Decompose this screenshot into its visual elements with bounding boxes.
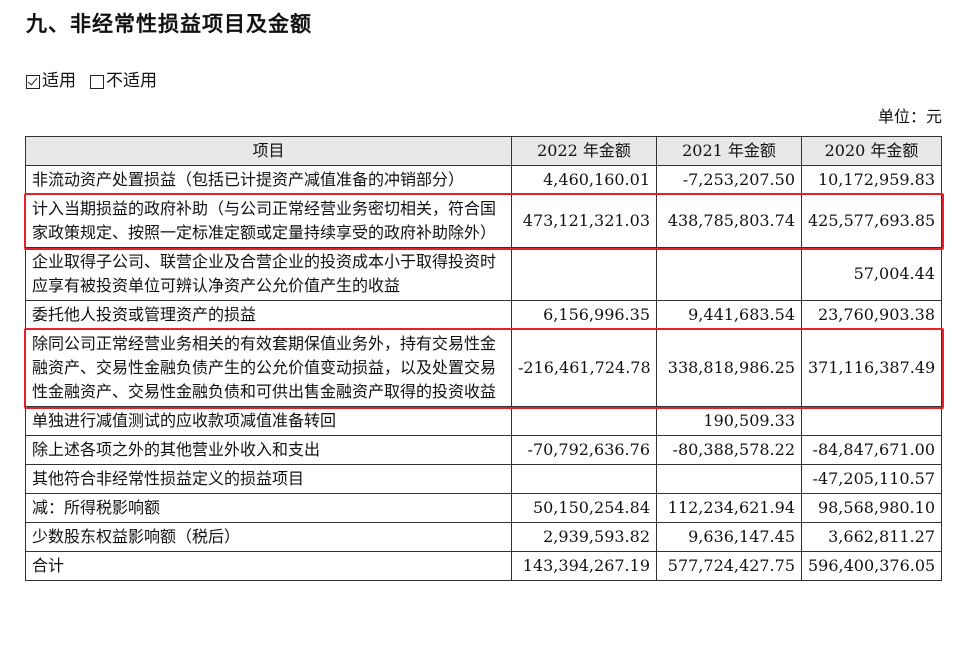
row-2022: 143,394,267.19 <box>511 551 657 581</box>
row-item: 企业取得子公司、联营企业及合营企业的投资成本小于取得投资时应享有被投资单位可辨认… <box>25 247 512 301</box>
header-2020: 2020 年金额 <box>801 136 942 166</box>
table-row: 单独进行减值测试的应收款项减值准备转回 190,509.33 <box>25 406 942 436</box>
row-2021 <box>656 464 802 494</box>
header-2021: 2021 年金额 <box>656 136 802 166</box>
header-item: 项目 <box>25 136 512 166</box>
option-not-applicable-label: 不适用 <box>106 71 157 91</box>
row-2021: 577,724,427.75 <box>656 551 802 581</box>
table-row: 除同公司正常经营业务相关的有效套期保值业务外，持有交易性金融资产、交易性金融负债… <box>25 329 942 407</box>
row-2020: 425,577,693.85 <box>801 194 942 248</box>
option-applicable[interactable]: 适用 <box>26 66 76 91</box>
row-2021: 438,785,803.74 <box>656 194 802 248</box>
row-2020: -84,847,671.00 <box>801 435 942 465</box>
table-row: 除上述各项之外的其他营业外收入和支出 -70,792,636.76 -80,38… <box>25 435 942 465</box>
row-item: 非流动资产处置损益（包括已计提资产减值准备的冲销部分） <box>25 165 512 195</box>
option-not-applicable[interactable]: 不适用 <box>90 66 157 91</box>
row-item: 合计 <box>25 551 512 581</box>
row-2020: 23,760,903.38 <box>801 300 942 330</box>
row-2020: 596,400,376.05 <box>801 551 942 581</box>
row-item: 委托他人投资或管理资产的损益 <box>25 300 512 330</box>
table-row: 少数股东权益影响额（税后） 2,939,593.82 9,636,147.45 … <box>25 522 942 552</box>
unit-label: 单位：元 <box>877 107 942 126</box>
row-item: 其他符合非经常性损益定义的损益项目 <box>25 464 512 494</box>
table-row: 委托他人投资或管理资产的损益 6,156,996.35 9,441,683.54… <box>25 300 942 330</box>
table-row: 合计 143,394,267.19 577,724,427.75 596,400… <box>25 551 942 581</box>
row-item: 除上述各项之外的其他营业外收入和支出 <box>25 435 512 465</box>
row-2020: 3,662,811.27 <box>801 522 942 552</box>
row-item: 单独进行减值测试的应收款项减值准备转回 <box>25 406 512 436</box>
row-item: 减：所得税影响额 <box>25 493 512 523</box>
row-2022: 2,939,593.82 <box>511 522 657 552</box>
row-2022: 473,121,321.03 <box>511 194 657 248</box>
row-2022: -216,461,724.78 <box>511 329 657 407</box>
applicability-options: 适用 不适用 <box>26 66 171 91</box>
section-title: 九、非经常性损益项目及金额 <box>26 12 312 36</box>
row-item: 除同公司正常经营业务相关的有效套期保值业务外，持有交易性金融资产、交易性金融负债… <box>25 329 512 407</box>
row-2021: 190,509.33 <box>656 406 802 436</box>
table-row: 计入当期损益的政府补助（与公司正常经营业务密切相关，符合国家政策规定、按照一定标… <box>25 194 942 248</box>
row-2022 <box>511 406 657 436</box>
non-recurring-gains-table: 项目 2022 年金额 2021 年金额 2020 年金额 非流动资产处置损益（… <box>25 136 942 581</box>
row-2021: 112,234,621.94 <box>656 493 802 523</box>
table-row: 非流动资产处置损益（包括已计提资产减值准备的冲销部分） 4,460,160.01… <box>25 165 942 195</box>
row-2022: 4,460,160.01 <box>511 165 657 195</box>
table-header-row: 项目 2022 年金额 2021 年金额 2020 年金额 <box>25 136 942 166</box>
row-2021: 338,818,986.25 <box>656 329 802 407</box>
checkbox-unchecked-icon[interactable] <box>90 74 104 89</box>
row-2022: 50,150,254.84 <box>511 493 657 523</box>
row-2021: 9,441,683.54 <box>656 300 802 330</box>
row-2020: 371,116,387.49 <box>801 329 942 407</box>
table-row: 其他符合非经常性损益定义的损益项目 -47,205,110.57 <box>25 464 942 494</box>
table-row: 企业取得子公司、联营企业及合营企业的投资成本小于取得投资时应享有被投资单位可辨认… <box>25 247 942 301</box>
row-2022 <box>511 247 657 301</box>
row-2020: 57,004.44 <box>801 247 942 301</box>
row-2021 <box>656 247 802 301</box>
row-2021: 9,636,147.45 <box>656 522 802 552</box>
row-item: 少数股东权益影响额（税后） <box>25 522 512 552</box>
row-2022: -70,792,636.76 <box>511 435 657 465</box>
row-2022 <box>511 464 657 494</box>
checkbox-checked-icon[interactable] <box>26 74 40 89</box>
row-2020 <box>801 406 942 436</box>
option-applicable-label: 适用 <box>42 71 76 91</box>
table-row: 减：所得税影响额 50,150,254.84 112,234,621.94 98… <box>25 493 942 523</box>
row-2022: 6,156,996.35 <box>511 300 657 330</box>
row-2021: -7,253,207.50 <box>656 165 802 195</box>
row-2020: 98,568,980.10 <box>801 493 942 523</box>
row-2020: 10,172,959.83 <box>801 165 942 195</box>
row-2020: -47,205,110.57 <box>801 464 942 494</box>
header-2022: 2022 年金额 <box>511 136 657 166</box>
row-2021: -80,388,578.22 <box>656 435 802 465</box>
row-item: 计入当期损益的政府补助（与公司正常经营业务密切相关，符合国家政策规定、按照一定标… <box>25 194 512 248</box>
